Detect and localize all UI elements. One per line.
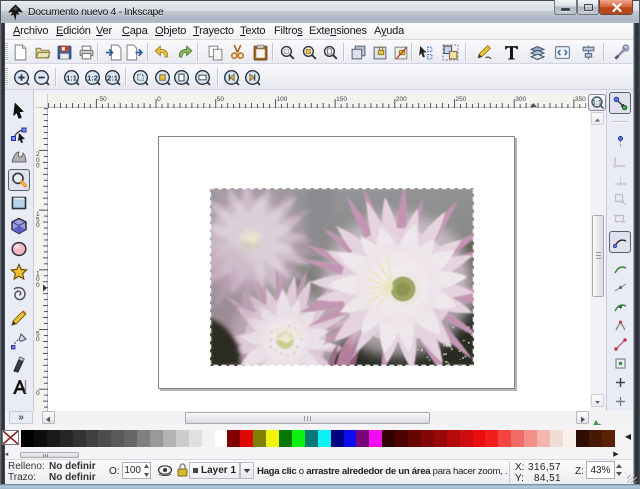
svg-text:0: 0 (36, 282, 40, 289)
svg-text:-50: -50 (97, 96, 107, 103)
svg-text:300: 300 (515, 96, 526, 103)
svg-text:2:1: 2:1 (107, 73, 118, 82)
svg-text:1:1: 1:1 (66, 73, 77, 82)
svg-text:150: 150 (336, 96, 347, 103)
svg-text:350: 350 (575, 96, 586, 103)
svg-text:1:2: 1:2 (87, 73, 98, 82)
svg-text:100: 100 (276, 96, 287, 103)
svg-text:200: 200 (396, 96, 407, 103)
svg-text:0: 0 (157, 96, 161, 103)
svg-text:0: 0 (36, 390, 40, 397)
svg-text:50: 50 (217, 96, 225, 103)
svg-text:0: 0 (36, 336, 40, 343)
svg-text:0: 0 (36, 222, 40, 229)
svg-text:0: 0 (36, 162, 40, 169)
svg-text:1:1: 1:1 (592, 100, 602, 107)
svg-text:250: 250 (456, 96, 467, 103)
